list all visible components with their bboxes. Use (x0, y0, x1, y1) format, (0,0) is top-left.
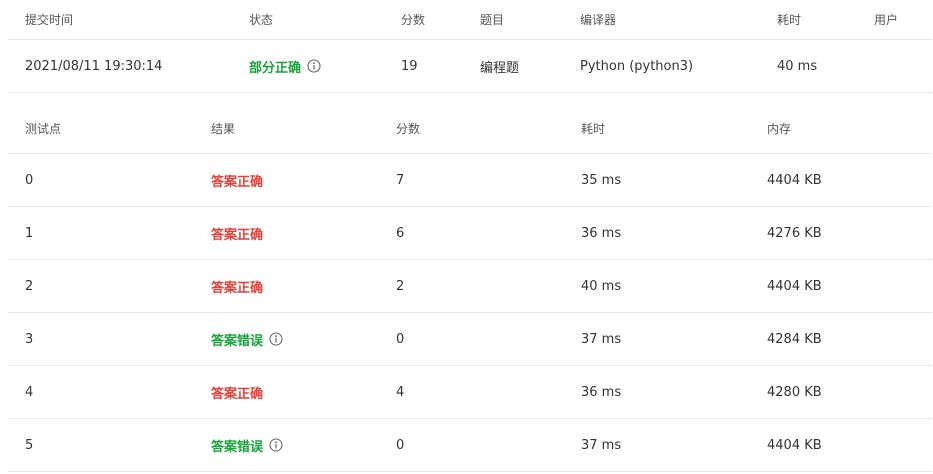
header-memory: 内存 (767, 121, 792, 136)
testcase-memory: 4404 KB (767, 172, 822, 188)
submit-time: 2021/08/11 19:30:14 (25, 58, 163, 74)
header-case-score: 分数 (396, 121, 421, 136)
testcase-table: 测试点 结果 分数 耗时 内存 0 答案正确 7 35 ms 4404 KB 1… (8, 103, 932, 472)
problem-type[interactable]: 编程题 (480, 40, 519, 92)
testcase-score: 0 (396, 437, 405, 453)
header-submit-time: 提交时间 (25, 13, 74, 27)
table-row: 4 答案正确 4 36 ms 4280 KB (8, 366, 932, 419)
testcase-result: 答案正确 (211, 260, 263, 312)
testcase-score: 2 (396, 278, 405, 294)
testcase-score: 0 (396, 331, 405, 347)
testcase-id: 1 (25, 225, 34, 241)
table-row: 5 答案错误 0 37 ms 4404 KB (8, 419, 932, 472)
testcase-id: 3 (25, 331, 34, 347)
table-row: 0 答案正确 7 35 ms 4404 KB (8, 154, 932, 207)
testcase-id: 4 (25, 384, 34, 400)
summary-row: 2021/08/11 19:30:14 部分正确 19 编程题 Python (… (8, 40, 932, 93)
status-label[interactable]: 部分正确 (249, 57, 301, 76)
testcase-memory: 4280 KB (767, 384, 822, 400)
submission-score: 19 (401, 58, 418, 74)
table-row: 2 答案正确 2 40 ms 4404 KB (8, 260, 932, 313)
compiler-name: Python (python3) (580, 58, 694, 74)
header-status: 状态 (249, 13, 274, 27)
testcase-memory: 4284 KB (767, 331, 822, 347)
header-compiler: 编译器 (580, 13, 617, 27)
header-user: 用户 (874, 13, 899, 27)
submission-summary-table: 提交时间 状态 分数 题目 编译器 耗时 用户 2021/08/11 19:30… (8, 0, 932, 93)
result-label[interactable]: 答案错误 (211, 436, 263, 455)
header-testcase: 测试点 (25, 121, 62, 136)
testcase-result: 答案错误 (211, 419, 283, 471)
header-score: 分数 (401, 13, 426, 27)
testcase-time: 35 ms (581, 172, 622, 188)
result-label[interactable]: 答案错误 (211, 330, 263, 349)
testcase-result: 答案正确 (211, 154, 263, 206)
testcase-score: 4 (396, 384, 405, 400)
info-icon[interactable] (269, 438, 283, 452)
summary-header-row: 提交时间 状态 分数 题目 编译器 耗时 用户 (8, 0, 932, 40)
result-label: 答案正确 (211, 174, 264, 190)
result-label: 答案正确 (211, 386, 264, 402)
table-row: 3 答案错误 0 37 ms 4284 KB (8, 313, 932, 366)
testcase-memory: 4276 KB (767, 225, 822, 241)
result-label: 答案正确 (211, 227, 264, 243)
testcase-time: 37 ms (581, 331, 622, 347)
header-case-time: 耗时 (581, 121, 606, 136)
testcase-time: 40 ms (581, 278, 622, 294)
testcase-memory: 4404 KB (767, 437, 822, 453)
testcase-header-row: 测试点 结果 分数 耗时 内存 (8, 103, 932, 154)
info-icon[interactable] (269, 332, 283, 346)
testcase-time: 36 ms (581, 384, 622, 400)
table-row: 1 答案正确 6 36 ms 4276 KB (8, 207, 932, 260)
header-result: 结果 (211, 121, 236, 136)
testcase-score: 7 (396, 172, 405, 188)
testcase-memory: 4404 KB (767, 278, 822, 294)
testcase-time: 37 ms (581, 437, 622, 453)
testcase-result: 答案错误 (211, 313, 283, 365)
testcase-id: 0 (25, 172, 34, 188)
testcase-id: 5 (25, 437, 34, 453)
result-label: 答案正确 (211, 280, 264, 296)
header-time-cost: 耗时 (777, 13, 802, 27)
submission-time-cost: 40 ms (777, 58, 818, 74)
info-icon[interactable] (307, 59, 321, 73)
testcase-time: 36 ms (581, 225, 622, 241)
testcase-result: 答案正确 (211, 366, 263, 418)
header-problem: 题目 (480, 13, 505, 27)
testcase-id: 2 (25, 278, 34, 294)
submission-status: 部分正确 (249, 40, 321, 92)
testcase-result: 答案正确 (211, 207, 263, 259)
testcase-score: 6 (396, 225, 405, 241)
